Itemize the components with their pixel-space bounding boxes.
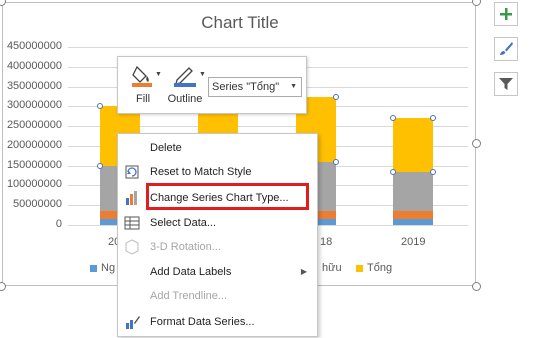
menu-item-label: Reset to Match Style [150,166,252,178]
series-select[interactable]: Series "Tổng" ▼ [208,77,302,97]
fill-label: Fill [135,93,151,105]
select-data-icon [124,216,140,230]
y-tick-label: 150000000 [6,158,62,171]
dropdown-arrow-icon: ▼ [155,71,162,78]
legend-label: hữu [322,262,342,274]
legend-item[interactable]: Ng [90,262,115,274]
mini-toolbar: ▼ Fill ▼ Outline Series "Tổng" ▼ [117,56,307,114]
series-select-value: Series "Tổng" [212,81,280,93]
menu-item-label: Delete [150,142,182,154]
plus-icon [500,8,512,20]
legend-label: Tổng [367,262,393,274]
legend-item[interactable]: Tổng [356,262,392,274]
menu-item-label: Select Data... [150,217,217,229]
outline-button[interactable]: ▼ Outline [164,61,206,111]
resize-handle-bottom-left[interactable] [0,282,6,291]
paint-bucket-icon [132,65,152,87]
menu-item-add-data-labels[interactable]: Add Data Labels ▶ [118,260,317,284]
pencil-icon [174,67,196,87]
submenu-arrow-icon: ▶ [300,267,307,276]
chart-styles-button[interactable] [494,37,518,61]
x-tick-label: 2019 [401,236,426,248]
format-series-icon [126,316,140,329]
legend-label: Ng [101,262,116,274]
resize-handle-right-middle[interactable] [472,139,481,148]
reset-style-icon [125,165,139,179]
chevron-down-icon: ▼ [290,83,297,90]
selection-handle[interactable] [430,168,436,175]
paintbrush-icon [500,42,513,55]
chart-elements-button[interactable] [494,2,518,26]
bar-segment[interactable] [393,171,433,212]
context-menu: Delete Reset to Match Style Change Serie… [117,133,318,337]
selection-handle[interactable] [333,158,339,165]
menu-item-3d-rotation[interactable]: 3-D Rotation... [118,235,317,259]
gridline [68,47,468,48]
selection-handle[interactable] [390,168,396,175]
y-tick-label: 0 [55,218,62,230]
outline-label: Outline [167,93,203,105]
menu-item-label: 3-D Rotation... [150,241,221,253]
y-tick-label: 250000000 [6,119,62,132]
filter-icon [499,78,513,90]
y-tick-label: 350000000 [6,79,62,92]
menu-item-format-data-series[interactable]: Format Data Series... [118,310,317,334]
menu-item-reset-style[interactable]: Reset to Match Style [118,160,317,184]
resize-handle-top-right[interactable] [472,0,481,6]
legend-swatch-icon [90,264,97,272]
menu-item-add-trendline[interactable]: Add Trendline... [118,284,317,308]
y-tick-label: 450000000 [6,40,62,52]
highlight-annotation [146,183,309,210]
bar-segment[interactable] [393,219,433,225]
bar-segment[interactable] [393,211,433,220]
dropdown-arrow-icon: ▼ [199,71,206,78]
y-tick-label: 300000000 [6,99,62,112]
cube-icon [125,239,139,255]
y-tick-label: 100000000 [6,178,62,191]
chart-title[interactable]: Chart Title [3,13,477,33]
fill-button[interactable]: ▼ Fill [122,61,164,111]
chart-filters-button[interactable] [494,72,518,96]
selection-handle[interactable] [97,162,103,169]
bar-chart-icon [126,191,137,205]
menu-item-delete[interactable]: Delete [118,136,317,160]
legend-swatch-icon [356,264,363,272]
x-tick-label: 18 [320,236,333,248]
bar-segment[interactable] [393,118,433,172]
resize-handle-bottom-right[interactable] [472,282,481,291]
y-tick-label: 400000000 [6,59,62,72]
menu-item-label: Add Trendline... [150,290,228,302]
y-tick-label: 50000000 [13,198,62,211]
menu-item-label: Add Data Labels [150,266,232,278]
legend-item[interactable]: hữu [322,262,342,274]
y-tick-label: 200000000 [6,138,62,151]
menu-item-select-data[interactable]: Select Data... [118,211,317,235]
menu-item-label: Format Data Series... [150,316,255,328]
